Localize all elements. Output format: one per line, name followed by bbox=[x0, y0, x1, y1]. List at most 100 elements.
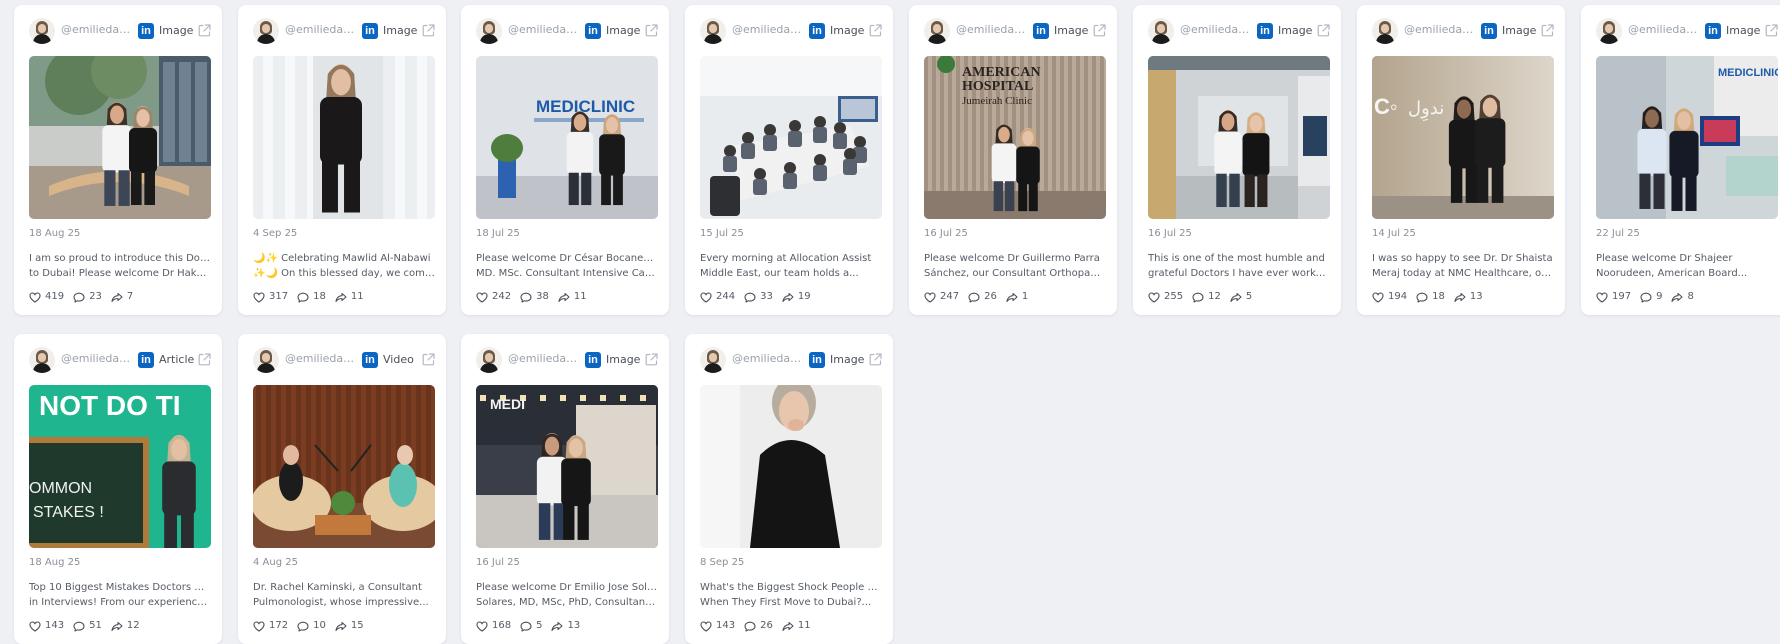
shares-count: 13 bbox=[1469, 291, 1483, 302]
external-link-icon[interactable] bbox=[868, 352, 883, 367]
caption-line-1: Please welcome Dr César Bocanegra. bbox=[476, 253, 658, 264]
author-handle[interactable]: @emiliedav... bbox=[732, 352, 806, 368]
post-caption[interactable]: Please welcome Dr César Bocanegra. MD. M… bbox=[476, 251, 658, 281]
post-thumbnail[interactable]: MEDICLINIC bbox=[1596, 56, 1778, 219]
likes-count: 255 bbox=[1164, 291, 1184, 302]
external-link-icon[interactable] bbox=[644, 352, 659, 367]
post-card[interactable]: @emiliedav... in Image C◦ ندوِل 14 Jul 2… bbox=[1357, 5, 1565, 315]
svg-text:MEDICLINIC: MEDICLINIC bbox=[1718, 67, 1778, 79]
post-thumbnail[interactable] bbox=[700, 56, 882, 219]
caption-line-1: Every morning at Allocation Assist bbox=[700, 253, 872, 264]
post-thumbnail[interactable]: OMMON STAKES ! NOT DO TI bbox=[29, 385, 211, 548]
post-thumbnail[interactable] bbox=[700, 385, 882, 548]
comments-count: 18 bbox=[1432, 291, 1445, 302]
post-thumbnail[interactable]: MEDI bbox=[476, 385, 658, 548]
engagement-stats: 247 26 1 bbox=[924, 290, 1037, 304]
heart-icon bbox=[1596, 291, 1608, 303]
post-thumbnail[interactable] bbox=[253, 56, 435, 219]
external-link-icon[interactable] bbox=[1764, 23, 1779, 38]
external-link-icon[interactable] bbox=[197, 352, 212, 367]
post-thumbnail[interactable] bbox=[1148, 56, 1330, 219]
author-handle[interactable]: @emiliedav... bbox=[1180, 23, 1254, 39]
post-caption[interactable]: Every morning at Allocation Assist Middl… bbox=[700, 251, 882, 281]
avatar[interactable] bbox=[700, 18, 726, 44]
external-link-icon[interactable] bbox=[644, 23, 659, 38]
external-link-icon[interactable] bbox=[197, 23, 212, 38]
external-link-icon[interactable] bbox=[1316, 23, 1331, 38]
post-caption[interactable]: Top 10 Biggest Mistakes Doctors make in … bbox=[29, 580, 211, 610]
avatar[interactable] bbox=[476, 347, 502, 373]
avatar[interactable] bbox=[924, 18, 950, 44]
avatar[interactable] bbox=[29, 18, 55, 44]
comments-count: 12 bbox=[1208, 291, 1221, 302]
post-type-label: Image bbox=[383, 24, 418, 37]
author-handle[interactable]: @emiliedav... bbox=[956, 23, 1030, 39]
caption-line-2: Middle East, our team holds a... bbox=[700, 268, 859, 279]
post-caption[interactable]: Dr. Rachel Kaminski, a Consultant Pulmon… bbox=[253, 580, 435, 610]
svg-text:C◦: C◦ bbox=[1374, 94, 1398, 119]
post-thumbnail[interactable]: MEDICLINIC bbox=[476, 56, 658, 219]
post-caption[interactable]: Please welcome Dr Shajeer Noorudeen, Ame… bbox=[1596, 251, 1778, 281]
author-handle[interactable]: @emiliedav... bbox=[1628, 23, 1702, 39]
post-card[interactable]: @emiliedav... in Image bbox=[1133, 5, 1341, 315]
post-card[interactable]: @emiliedav... in Image 4 Sep 25 🌙✨ Celeb… bbox=[238, 5, 446, 315]
author-handle[interactable]: @emiliedav... bbox=[61, 23, 135, 39]
avatar[interactable] bbox=[253, 18, 279, 44]
author-handle[interactable]: @emiliedavi... bbox=[61, 352, 135, 368]
external-link-icon[interactable] bbox=[1540, 23, 1555, 38]
external-link-icon[interactable] bbox=[421, 352, 436, 367]
shares-stat: 11 bbox=[335, 290, 364, 304]
comment-icon bbox=[520, 292, 532, 303]
post-date: 4 Aug 25 bbox=[253, 557, 298, 568]
share-icon bbox=[1454, 292, 1466, 302]
post-card[interactable]: @emiliedav... in Image bbox=[14, 5, 222, 315]
external-link-icon[interactable] bbox=[868, 23, 883, 38]
caption-line-2: ✨🌙 On this blessed day, we come... bbox=[253, 268, 435, 279]
post-caption[interactable]: 🌙✨ Celebrating Mawlid Al-Nabawi ✨🌙 On th… bbox=[253, 251, 435, 281]
author-handle[interactable]: @emiliedav... bbox=[508, 352, 582, 368]
post-caption[interactable]: I was so happy to see Dr. Dr Shaista Mer… bbox=[1372, 251, 1554, 281]
caption-line-2: Sánchez, our Consultant Orthopaedic... bbox=[924, 268, 1106, 279]
post-thumbnail[interactable]: AMERICAN HOSPITAL Jumeirah Clinic bbox=[924, 56, 1106, 219]
post-card[interactable]: @emiliedavi... in Article OMMON STAKES !… bbox=[14, 334, 222, 644]
svg-text:OMMON: OMMON bbox=[29, 480, 92, 497]
external-link-icon[interactable] bbox=[1092, 23, 1107, 38]
author-handle[interactable]: @emiliedavi... bbox=[285, 352, 359, 368]
author-handle[interactable]: @emiliedav... bbox=[1404, 23, 1478, 39]
author-handle[interactable]: @emiliedav... bbox=[285, 23, 359, 39]
post-card[interactable]: @emiliedavi... in Video 4 Aug 25 Dr. Rac… bbox=[238, 334, 446, 644]
shares-count: 11 bbox=[350, 291, 364, 302]
post-caption[interactable]: I am so proud to introduce this Doctor t… bbox=[29, 251, 211, 281]
shares-count: 1 bbox=[1021, 291, 1029, 302]
post-caption[interactable]: What's the Biggest Shock People Find Whe… bbox=[700, 580, 882, 610]
shares-count: 12 bbox=[126, 620, 140, 631]
post-date: 14 Jul 25 bbox=[1372, 228, 1416, 239]
post-caption[interactable]: Please welcome Dr Guillermo Parra Sánche… bbox=[924, 251, 1106, 281]
shares-count: 8 bbox=[1687, 291, 1694, 302]
post-thumbnail[interactable] bbox=[29, 56, 211, 219]
avatar[interactable] bbox=[29, 347, 55, 373]
linkedin-icon: in bbox=[585, 352, 601, 368]
avatar[interactable] bbox=[1372, 18, 1398, 44]
post-caption[interactable]: Please welcome Dr Emilio Jose Solano Sol… bbox=[476, 580, 658, 610]
avatar[interactable] bbox=[476, 18, 502, 44]
post-caption[interactable]: This is one of the most humble and grate… bbox=[1148, 251, 1330, 281]
avatar[interactable] bbox=[1596, 18, 1622, 44]
heart-icon bbox=[924, 291, 936, 303]
author-handle[interactable]: @emiliedav... bbox=[732, 23, 806, 39]
post-card[interactable]: @emiliedav... in Image MEDI 16 Jul 25 Pl… bbox=[461, 334, 669, 644]
share-icon bbox=[782, 292, 794, 302]
post-thumbnail[interactable]: C◦ ندوِل bbox=[1372, 56, 1554, 219]
author-handle[interactable]: @emiliedav... bbox=[508, 23, 582, 39]
avatar[interactable] bbox=[253, 347, 279, 373]
avatar[interactable] bbox=[1148, 18, 1174, 44]
avatar[interactable] bbox=[700, 347, 726, 373]
post-thumbnail[interactable] bbox=[253, 385, 435, 548]
post-card[interactable]: @emiliedav... in Image AMERICAN HOSPITAL… bbox=[909, 5, 1117, 315]
post-card[interactable]: @emiliedav... in Image 8 Sep 25 What's t… bbox=[685, 334, 893, 644]
post-card[interactable]: @emiliedav... in Image 15 Jul 25 Every m… bbox=[685, 5, 893, 315]
post-card[interactable]: @emiliedav... in Image MEDICLINIC bbox=[1581, 5, 1780, 315]
engagement-stats: 255 12 5 bbox=[1148, 290, 1261, 304]
external-link-icon[interactable] bbox=[421, 23, 436, 38]
post-card[interactable]: @emiliedav... in Image MEDICLINIC bbox=[461, 5, 669, 315]
